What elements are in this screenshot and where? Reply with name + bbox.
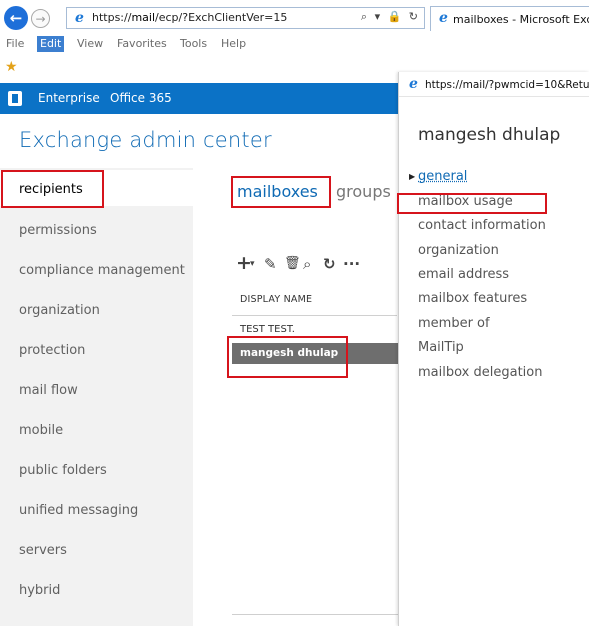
nav-item-protection[interactable]: protection bbox=[19, 343, 85, 358]
nav-item-unified-messaging[interactable]: unified messaging bbox=[19, 503, 138, 518]
nav-item-mail-flow[interactable]: mail flow bbox=[19, 383, 78, 398]
address-bar[interactable]: e https://mail/ecp/?ExchClientVer=15 ⌕ ▾… bbox=[66, 7, 425, 29]
table-row[interactable]: TEST TEST. bbox=[240, 324, 295, 335]
menu-view[interactable]: View bbox=[77, 37, 103, 50]
popup-nav-contact-information[interactable]: contact information bbox=[418, 218, 546, 233]
highlight-recipients bbox=[1, 170, 104, 208]
back-arrow-icon[interactable]: ← bbox=[4, 6, 28, 30]
popup-nav-mailtip[interactable]: MailTip bbox=[418, 340, 464, 355]
popup-url: https://mail/?pwmcid=10&Retu bbox=[425, 79, 589, 91]
highlight-mailbox-usage bbox=[397, 193, 547, 214]
nav-item-organization[interactable]: organization bbox=[19, 303, 100, 318]
delete-icon[interactable]: 🗑 bbox=[284, 256, 301, 271]
popup-nav-email-address[interactable]: email address bbox=[418, 267, 509, 282]
menu-edit[interactable]: Edit bbox=[37, 36, 65, 52]
office365-link[interactable]: Office 365 bbox=[110, 91, 172, 105]
left-navigation: recipients permissions compliance manage… bbox=[0, 168, 193, 626]
popup-nav-mailbox-delegation[interactable]: mailbox delegation bbox=[418, 365, 542, 380]
browser-toolbar: ← → e https://mail/ecp/?ExchClientVer=15… bbox=[0, 0, 589, 35]
tab-groups[interactable]: groups bbox=[336, 182, 391, 201]
tab-title: mailboxes - Microsoft Exch bbox=[453, 13, 589, 26]
nav-item-compliance-management[interactable]: compliance management bbox=[19, 263, 185, 278]
nav-item-hybrid[interactable]: hybrid bbox=[19, 583, 60, 598]
menu-help[interactable]: Help bbox=[221, 37, 246, 50]
forward-arrow-icon[interactable]: → bbox=[31, 9, 50, 28]
menu-favorites[interactable]: Favorites bbox=[117, 37, 167, 50]
nav-item-servers[interactable]: servers bbox=[19, 543, 67, 558]
highlight-mailboxes bbox=[231, 176, 331, 208]
nav-item-public-folders[interactable]: public folders bbox=[19, 463, 107, 478]
more-icon[interactable]: ··· bbox=[343, 255, 360, 273]
menu-file[interactable]: File bbox=[6, 37, 24, 50]
ie-logo-icon: e bbox=[75, 10, 84, 26]
favorites-star-icon[interactable]: ★ bbox=[5, 59, 18, 75]
enterprise-link[interactable]: Enterprise bbox=[38, 91, 100, 105]
header-divider bbox=[232, 315, 397, 316]
popup-nav-general[interactable]: general bbox=[418, 169, 467, 184]
popup-nav-organization[interactable]: organization bbox=[418, 243, 499, 258]
popup-title: mangesh dhulap bbox=[418, 125, 561, 145]
list-footer-divider bbox=[232, 614, 404, 615]
menu-tools[interactable]: Tools bbox=[180, 37, 207, 50]
page-title: Exchange admin center bbox=[19, 128, 272, 152]
mailbox-properties-popup: e https://mail/?pwmcid=10&Retu mangesh d… bbox=[398, 72, 589, 626]
column-header-display-name[interactable]: DISPLAY NAME bbox=[240, 294, 312, 305]
menu-bar: File Edit View Favorites Tools Help bbox=[0, 35, 589, 53]
address-url: https://mail/ecp/?ExchClientVer=15 bbox=[92, 11, 288, 24]
popup-address-bar[interactable]: e https://mail/?pwmcid=10&Retu bbox=[399, 72, 589, 97]
ie-logo-icon: e bbox=[409, 76, 418, 92]
edit-icon[interactable]: ✎ bbox=[264, 255, 277, 273]
office-logo-icon[interactable] bbox=[8, 91, 22, 106]
popup-nav-member-of[interactable]: member of bbox=[418, 316, 490, 331]
current-section-caret-icon: ▶ bbox=[409, 172, 416, 181]
nav-item-permissions[interactable]: permissions bbox=[19, 223, 97, 238]
ie-logo-icon: e bbox=[439, 10, 448, 26]
nav-item-mobile[interactable]: mobile bbox=[19, 423, 63, 438]
refresh-icon[interactable]: ↻ bbox=[323, 255, 336, 273]
add-dropdown-icon[interactable]: ▾ bbox=[250, 259, 255, 269]
highlight-selected-mailbox bbox=[227, 336, 348, 378]
search-icon[interactable]: ⌕ bbox=[303, 255, 311, 273]
address-tools-icons[interactable]: ⌕ ▾ 🔒 ↻ bbox=[361, 10, 420, 24]
popup-nav-mailbox-features[interactable]: mailbox features bbox=[418, 291, 527, 306]
browser-tab[interactable]: e mailboxes - Microsoft Exch bbox=[430, 6, 589, 31]
